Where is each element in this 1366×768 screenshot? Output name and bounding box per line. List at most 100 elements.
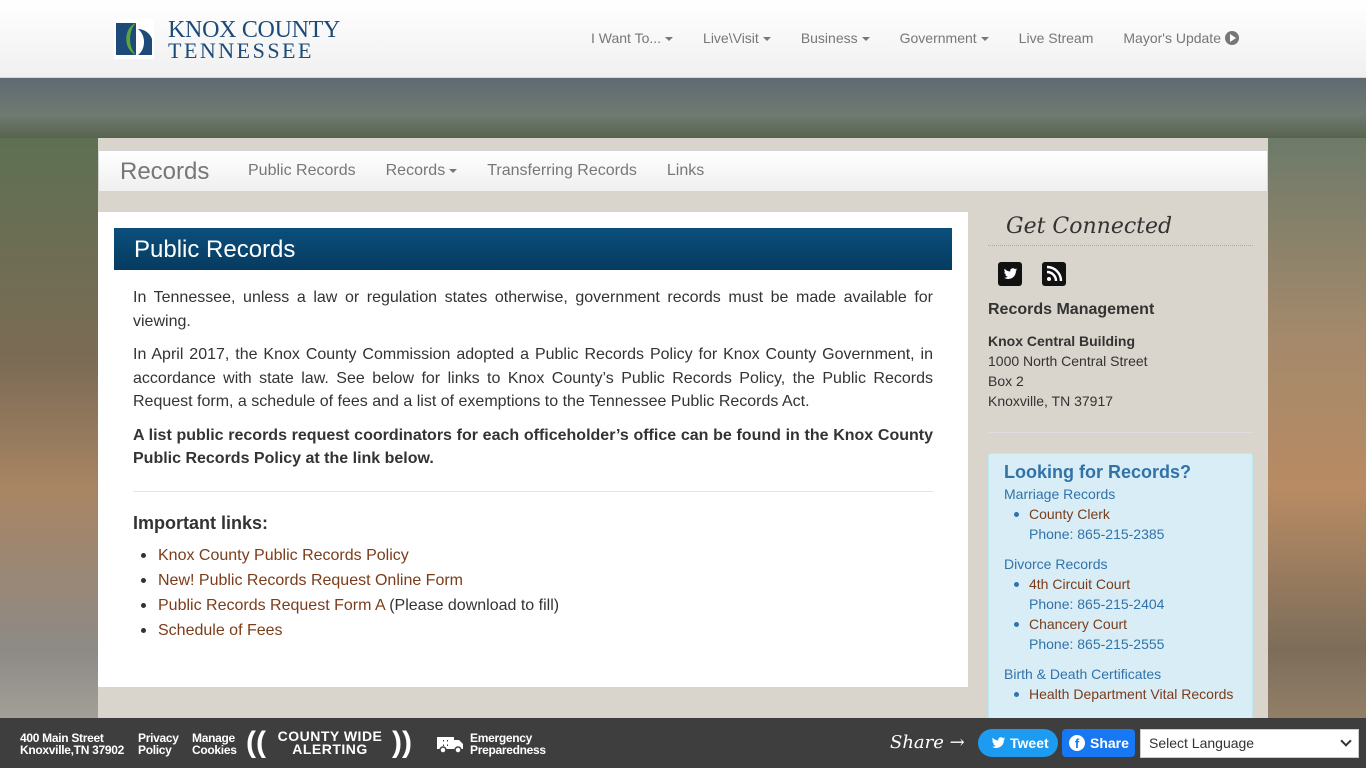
list-item: Knox County Public Records Policy — [141, 543, 933, 568]
link-schedule-of-fees[interactable]: Schedule of Fees — [158, 622, 283, 639]
share-label: Share → — [890, 732, 965, 753]
arrow-right-icon: → — [943, 732, 965, 753]
subnav-transferring-records[interactable]: Transferring Records — [472, 162, 652, 180]
county-wide-alerting-link[interactable]: (( COUNTY WIDE ALERTING )) — [246, 724, 414, 762]
nav-label: I Want To... — [591, 30, 662, 46]
rss-icon[interactable] — [1042, 262, 1066, 286]
list-item: Schedule of Fees — [141, 618, 933, 643]
subnav-brand[interactable]: Records — [120, 158, 209, 186]
background-sky — [0, 78, 1366, 138]
caret-down-icon — [762, 37, 771, 42]
site-footer: 400 Main Street Knoxville,TN 37902 Priva… — [0, 718, 1366, 768]
emergency-line2: Preparedness — [470, 743, 546, 757]
link-note: (Please download to fill) — [384, 597, 560, 614]
nav-business[interactable]: Business — [786, 30, 885, 46]
emergency-preparedness-link[interactable]: Emergency Preparedness — [470, 732, 546, 756]
category-marriage-records: Marriage Records — [1004, 486, 1116, 502]
phone-number: Phone: 865-215-2555 — [1029, 636, 1165, 652]
paragraph-policy: In April 2017, the Knox County Commissio… — [133, 346, 933, 410]
language-select-value: Select Language — [1149, 735, 1255, 751]
caret-down-icon — [665, 37, 674, 42]
nav-label: Government — [899, 30, 977, 46]
important-links-list: Knox County Public Records Policy New! P… — [133, 543, 933, 643]
facebook-icon: f — [1069, 735, 1085, 751]
site-header: KNOX COUNTY TENNESSEE I Want To... Live\… — [0, 0, 1366, 78]
ambulance-icon — [437, 737, 463, 754]
records-categories: Marriage Records County Clerk Phone: 865-… — [1004, 484, 1244, 714]
caret-down-icon — [861, 37, 870, 42]
list-item: New! Public Records Request Online Form — [141, 568, 933, 593]
list-item: Public Records Request Form A (Please do… — [141, 593, 933, 618]
logo-mark-icon — [114, 19, 154, 59]
chevron-down-icon — [1340, 735, 1352, 747]
signal-waves-left-icon: (( — [246, 726, 266, 759]
category-divorce-records: Divorce Records — [1004, 556, 1108, 572]
link-request-form-a[interactable]: Public Records Request Form A — [158, 597, 385, 614]
twitter-bird-icon — [992, 737, 1005, 748]
background-left — [0, 138, 98, 768]
phone-number: Phone: 865-215-2385 — [1029, 526, 1165, 542]
section-subnav: Records Public Records Records Transferr… — [98, 150, 1268, 192]
footer-address: 400 Main Street Knoxville,TN 37902 — [20, 732, 124, 756]
office-address: Knox Central Building 1000 North Central… — [988, 331, 1148, 411]
divider — [988, 245, 1253, 246]
nav-government[interactable]: Government — [885, 30, 1004, 46]
paragraph-coordinators: A list public records request coordinato… — [133, 426, 933, 468]
signal-waves-right-icon: )) — [392, 726, 412, 759]
links-heading: Important links: — [133, 512, 269, 533]
privacy-policy-link[interactable]: Privacy Policy — [138, 732, 179, 756]
nav-i-want-to[interactable]: I Want To... — [576, 30, 688, 46]
list-item: Chancery Court Phone: 865-215-2555 — [1014, 614, 1244, 654]
background-right — [1268, 138, 1366, 768]
tweet-label: Tweet — [1010, 735, 1049, 751]
privacy-line2: Policy — [138, 743, 172, 757]
caret-down-icon — [449, 168, 458, 173]
subnav-public-records[interactable]: Public Records — [233, 162, 371, 180]
nav-label: Business — [800, 30, 858, 46]
divider — [133, 490, 933, 492]
twitter-icon[interactable] — [998, 262, 1022, 286]
marriage-records-list: County Clerk Phone: 865-215-2385 — [1004, 504, 1244, 544]
paragraph-intro: In Tennessee, unless a law or regulation… — [133, 289, 933, 330]
footer-address-line2: Knoxville,TN 37902 — [20, 743, 124, 757]
language-select[interactable]: Select Language — [1140, 729, 1359, 758]
share-text: Share — [890, 732, 944, 753]
subnav-items: Public Records Records Transferring Reco… — [233, 162, 719, 180]
looking-for-records-panel: Looking for Records? Marriage Records Co… — [988, 453, 1253, 733]
city-state-zip: Knoxville, TN 37917 — [988, 393, 1114, 409]
alerting-line2: ALERTING — [292, 741, 368, 757]
cookies-line2: Cookies — [192, 743, 237, 757]
alerting-text: COUNTY WIDE ALERTING — [270, 729, 390, 757]
manage-cookies-link[interactable]: Manage Cookies — [192, 732, 237, 756]
facebook-share-label: Share — [1090, 735, 1129, 751]
list-item: 4th Circuit Court Phone: 865-215-2404 — [1014, 574, 1244, 614]
page-title-bar: Public Records — [114, 228, 952, 270]
link-public-records-policy[interactable]: Knox County Public Records Policy — [158, 547, 409, 564]
divider — [988, 432, 1253, 433]
nav-label: Mayor's Update — [1123, 30, 1221, 46]
link-4th-circuit-court[interactable]: 4th Circuit Court — [1029, 576, 1130, 592]
page-title: Public Records — [134, 236, 296, 263]
nav-label: Live Stream — [1018, 30, 1094, 46]
nav-live-stream[interactable]: Live Stream — [1004, 30, 1109, 46]
content-body: In Tennessee, unless a law or regulation… — [133, 286, 933, 643]
nav-live-visit[interactable]: Live\Visit — [688, 30, 786, 46]
subnav-records-dropdown[interactable]: Records — [371, 162, 473, 180]
street-address: 1000 North Central Street — [988, 353, 1148, 369]
box-number: Box 2 — [988, 373, 1024, 389]
link-health-department-vital-records[interactable]: Health Department Vital Records — [1029, 686, 1233, 702]
tweet-button[interactable]: Tweet — [978, 729, 1058, 757]
subnav-label: Records — [385, 162, 446, 179]
subnav-links[interactable]: Links — [652, 162, 719, 180]
link-online-request-form[interactable]: New! Public Records Request Online Form — [158, 572, 463, 589]
link-chancery-court[interactable]: Chancery Court — [1029, 616, 1127, 632]
divorce-records-list: 4th Circuit Court Phone: 865-215-2404 Cha… — [1004, 574, 1244, 654]
link-county-clerk[interactable]: County Clerk — [1029, 506, 1110, 522]
looking-for-records-title: Looking for Records? — [1004, 462, 1192, 482]
building-name: Knox Central Building — [988, 333, 1135, 349]
county-logo[interactable]: KNOX COUNTY TENNESSEE — [114, 17, 344, 63]
nav-label: Live\Visit — [703, 30, 759, 46]
birth-death-list: Health Department Vital Records — [1004, 684, 1244, 704]
nav-mayors-update[interactable]: Mayor's Update — [1108, 30, 1254, 46]
facebook-share-button[interactable]: f Share — [1062, 729, 1135, 757]
